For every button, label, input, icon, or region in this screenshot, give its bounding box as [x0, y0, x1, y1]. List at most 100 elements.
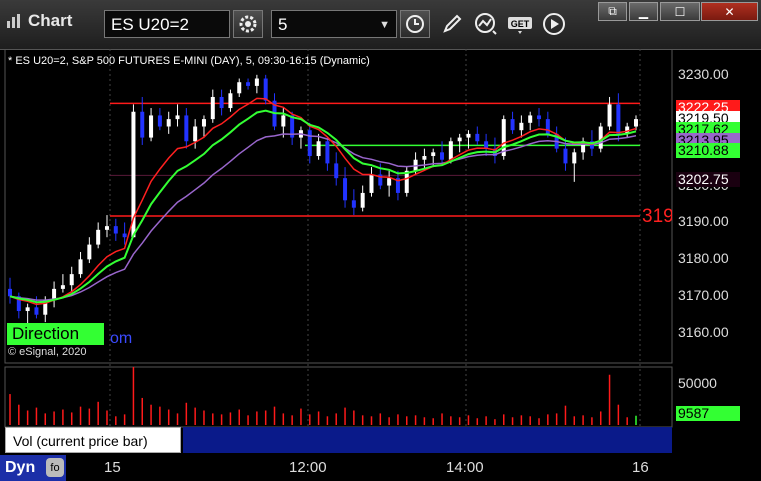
candle-body: [201, 119, 206, 127]
volume-panel-frame: [4, 366, 673, 428]
app-title: Chart: [6, 11, 72, 31]
trend-green-line: [9, 109, 637, 304]
candle-body: [343, 178, 348, 201]
study-bar-fill: [183, 427, 672, 453]
candle-body: [316, 141, 321, 157]
maximize-icon: ☐: [674, 4, 686, 19]
candle-body: [34, 307, 39, 315]
chart-canvas[interactable]: [0, 49, 761, 455]
candle-body: [325, 141, 330, 164]
candle-body: [78, 259, 83, 275]
candle-body: [634, 119, 638, 127]
chart-app-icon: [7, 14, 20, 28]
candle-body: [440, 152, 445, 160]
candle-body: [598, 126, 603, 149]
close-icon[interactable]: ×: [171, 427, 178, 441]
clock-icon: [406, 15, 424, 33]
candle-body: [563, 148, 568, 164]
interval-select[interactable]: 5 ▼: [271, 10, 397, 38]
ema-slow-line: [9, 133, 637, 301]
get-button[interactable]: GET: [506, 11, 534, 37]
minimize-icon: ▁: [638, 4, 649, 19]
price-tick-label: 3180.00: [678, 250, 729, 267]
minimize-button[interactable]: ▁: [629, 2, 658, 21]
price-tick-label: 3170.00: [678, 287, 729, 304]
study-button[interactable]: [472, 11, 500, 37]
candle-body: [431, 152, 436, 157]
direction-tag: Direction: [7, 323, 104, 345]
watermark-link[interactable]: om: [110, 330, 132, 348]
candle-body: [369, 174, 374, 193]
candle-body: [25, 307, 30, 312]
volume-current-tag: 9587: [676, 406, 740, 421]
time-button[interactable]: [400, 10, 430, 38]
time-axis[interactable]: 15 12:00 14:00 16: [0, 455, 761, 481]
candle-body: [104, 226, 109, 230]
candle-body: [87, 244, 92, 260]
play-icon: [543, 13, 565, 35]
candle-body: [572, 152, 577, 164]
chevron-down-icon: ▼: [379, 19, 390, 31]
candle-body: [263, 78, 268, 101]
settings-icon: [239, 15, 257, 33]
candle-body: [210, 96, 215, 120]
candle-body: [475, 133, 480, 142]
time-tick-label: 15: [104, 459, 121, 476]
restore-button[interactable]: ⧉: [598, 2, 627, 21]
candle-body: [140, 111, 145, 138]
svg-text:GET: GET: [511, 19, 530, 29]
candle-body: [96, 229, 101, 245]
chart-subtitle: * ES U20=2, S&P 500 FUTURES E-MINI (DAY)…: [8, 55, 370, 67]
candle-body: [360, 192, 365, 208]
price-tick-label: 3230.00: [678, 65, 729, 82]
candle-body: [184, 115, 189, 142]
symbol-input[interactable]: ES U20=2: [104, 10, 230, 38]
price-tick-label: 3160.00: [678, 324, 729, 341]
candle-body: [69, 274, 74, 286]
draw-button[interactable]: [438, 11, 466, 37]
candle-body: [60, 285, 65, 289]
candle-body: [175, 115, 180, 120]
play-button[interactable]: [540, 11, 568, 37]
dynamic-label: Dyn: [5, 459, 36, 476]
candle-body: [307, 130, 312, 157]
watermark: © eSignal, 2020: [8, 346, 87, 358]
study-icon: [475, 13, 497, 35]
close-button[interactable]: ✕: [701, 2, 758, 21]
candle-body: [157, 115, 162, 127]
title-bar: Chart ES U20=2 5 ▼ GET ⧉ ▁ ☐ ✕: [0, 0, 761, 50]
interval-value: 5: [278, 15, 288, 34]
time-tick-label: 16: [632, 459, 649, 476]
candle-body: [607, 104, 612, 127]
candle-body: [528, 115, 533, 123]
level-edge-label: 319: [642, 206, 672, 227]
close-icon: ✕: [724, 4, 735, 19]
price-tag: 3202.75: [676, 172, 740, 187]
price-tick-label: 3190.00: [678, 213, 729, 230]
candle-body: [387, 178, 392, 186]
candle-body: [422, 156, 427, 160]
candle-body: [519, 122, 524, 131]
candle-body: [466, 133, 471, 138]
candle-body: [457, 137, 462, 142]
time-tick-label: 14:00: [446, 459, 484, 476]
candle-body: [219, 96, 224, 109]
candle-body: [166, 119, 171, 127]
candle-body: [616, 104, 621, 134]
candle-body: [448, 141, 453, 160]
candle-body: [334, 163, 339, 179]
candle-body: [246, 82, 251, 86]
price-tag: 3210.88: [676, 143, 740, 158]
candle-body: [122, 233, 127, 238]
settings-button[interactable]: [233, 10, 263, 38]
candle-body: [228, 93, 233, 109]
candle-body: [281, 115, 286, 127]
formula-icon[interactable]: fo: [46, 458, 64, 477]
maximize-button[interactable]: ☐: [660, 2, 700, 21]
volume-study-label[interactable]: Vol (current price bar): [5, 427, 181, 453]
time-tick-label: 12:00: [289, 459, 327, 476]
candle-body: [8, 288, 12, 297]
chart-window: Chart ES U20=2 5 ▼ GET ⧉ ▁ ☐ ✕ * ES U20=…: [0, 0, 761, 481]
restore-icon: ⧉: [608, 4, 617, 18]
candle-body: [351, 200, 356, 208]
